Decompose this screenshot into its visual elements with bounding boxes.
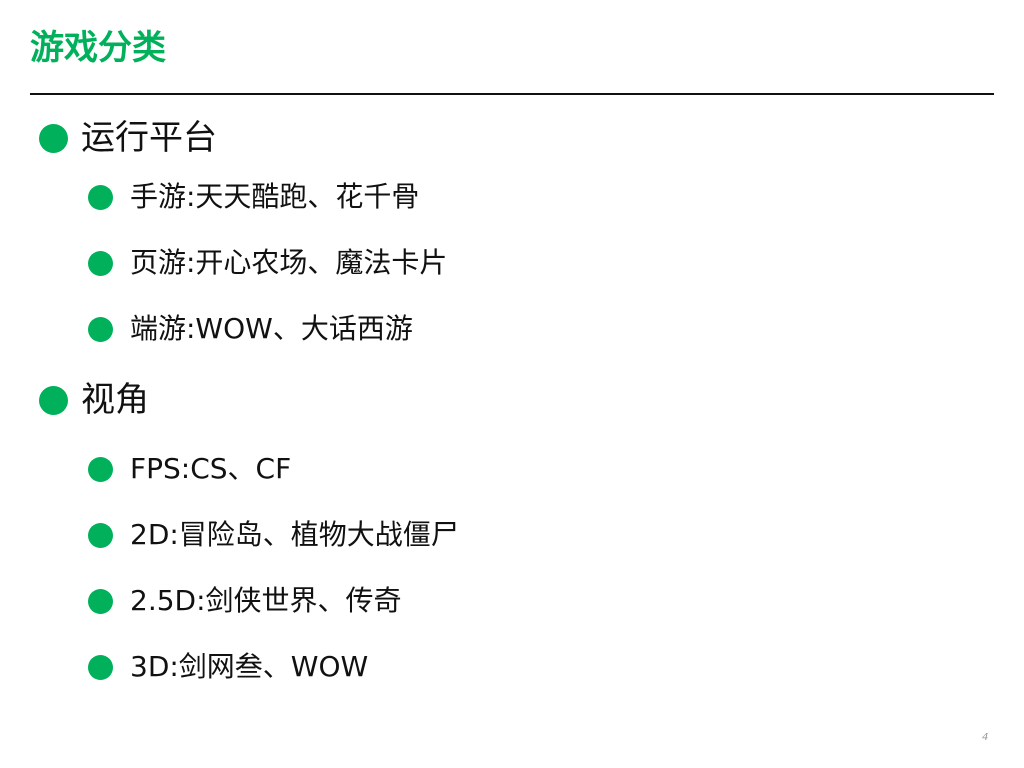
- list-item: 3D:剑网叁、WOW: [88, 650, 368, 684]
- list-item: 2D:冒险岛、植物大战僵尸: [88, 518, 459, 552]
- bullet-dot-icon: [88, 654, 113, 680]
- list-item: 端游:WOW、大话西游: [88, 312, 413, 346]
- list-item-text: 页游:开心农场、魔法卡片: [130, 246, 448, 279]
- list-item: 手游:天天酷跑、花千骨: [88, 180, 419, 214]
- section-heading-perspective: 视角: [39, 380, 149, 420]
- list-item-text: 手游:天天酷跑、花千骨: [130, 180, 420, 213]
- list-item: FPS:CS、CF: [88, 452, 291, 486]
- bullet-dot-icon: [88, 316, 113, 342]
- list-item: 2.5D:剑侠世界、传奇: [88, 584, 402, 618]
- bullet-dot-icon: [39, 385, 68, 415]
- bullet-dot-icon: [88, 250, 113, 276]
- bullet-dot-icon: [39, 123, 68, 153]
- list-item-text: 3D:剑网叁、WOW: [130, 650, 369, 683]
- bullet-dot-icon: [88, 588, 113, 614]
- section-label: 视角: [81, 380, 149, 420]
- bullet-dot-icon: [88, 456, 113, 482]
- bullet-list: 运行平台 手游:天天酷跑、花千骨 页游:开心农场、魔法卡片 端游:WOW、大话西…: [0, 0, 1024, 768]
- list-item-text: 2.5D:剑侠世界、传奇: [130, 584, 402, 617]
- bullet-dot-icon: [88, 522, 113, 548]
- page-number: 4: [982, 732, 989, 743]
- list-item-text: 端游:WOW、大话西游: [130, 312, 413, 345]
- section-heading-platform: 运行平台: [39, 118, 217, 158]
- section-label: 运行平台: [81, 118, 217, 158]
- list-item-text: 2D:冒险岛、植物大战僵尸: [130, 518, 459, 551]
- bullet-dot-icon: [88, 184, 113, 210]
- list-item-text: FPS:CS、CF: [130, 452, 292, 485]
- list-item: 页游:开心农场、魔法卡片: [88, 246, 447, 280]
